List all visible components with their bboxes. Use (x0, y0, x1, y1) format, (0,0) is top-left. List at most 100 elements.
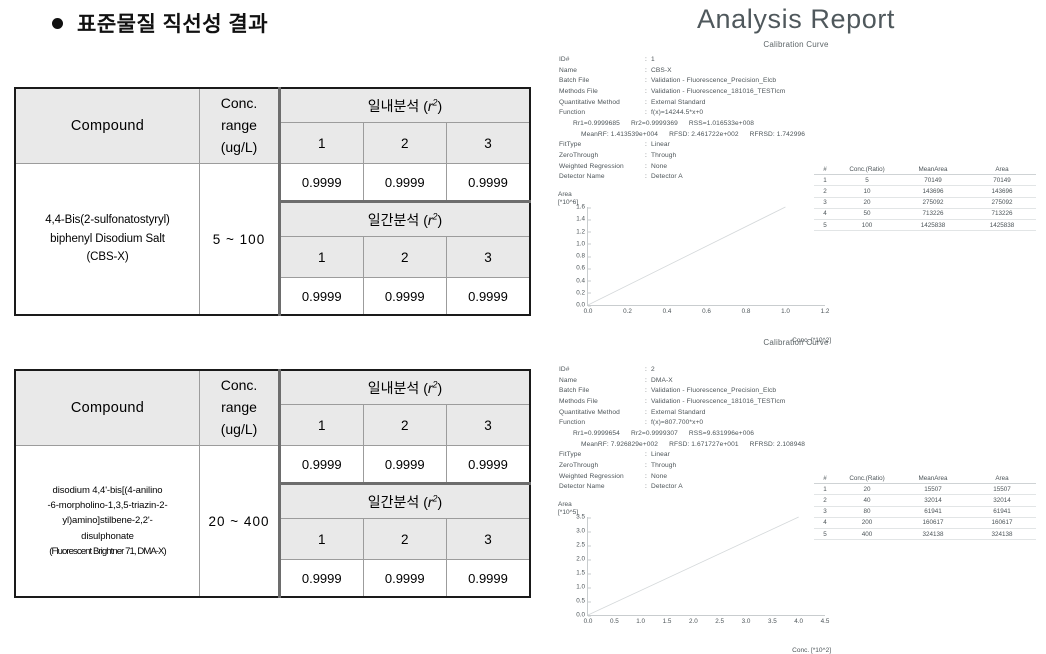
data-cell-meanarea: 143696 (898, 185, 968, 198)
data-table-row: 5 100 1425838 1425838 (814, 219, 1036, 232)
data-col-conc: Conc.(Ratio) (836, 473, 898, 485)
calibration-curve-line (588, 517, 825, 615)
meta-value-function: f(x)=807.700*x+0 (651, 419, 704, 427)
meta-label-detector-name: Detector Name (559, 483, 605, 491)
chart-y-tick: 0.2 (576, 289, 591, 296)
header-intraday-rep-2: 2 (362, 404, 447, 446)
chart-y-tick: 3.5 (576, 514, 591, 521)
chart-y-axis-unit: [*10^5] (558, 509, 579, 517)
meta-value-rfrsd: RFRSD: 1.742996 (749, 130, 806, 138)
meta-value-rfsd: RFSD: 2.461722e+002 (669, 130, 739, 138)
chart-x-tick: 2.5 (715, 618, 725, 626)
data-col-meanarea: MeanArea (898, 164, 968, 176)
header-compound: Compound (14, 369, 200, 446)
calibration-chart: Area [*10^5] 0.0 0.5 1.0 1.5 2.0 2.5 3.0 3.5 0.0… (558, 501, 833, 654)
data-table-row: 1 5 70149 70149 (814, 174, 1036, 187)
data-cell-meanarea: 61941 (898, 506, 968, 518)
data-cell-index: 3 (814, 197, 836, 209)
compound-name-line1: disodium 4,4'-bis[(4-anilino (52, 484, 163, 496)
header-conc-line2: range (221, 399, 257, 416)
meta-value-meanrf: MeanRF: 7.926829e+002 (581, 440, 659, 448)
meta-value-name: DMA-X (651, 376, 673, 384)
compound-name-line2: biphenyl Disodium Salt (50, 232, 165, 245)
meta-label-quant-method: Quantitative Method (559, 408, 620, 416)
meta-value-id: 2 (651, 366, 655, 373)
table-header-row: Compound Conc. range (ug/L) 일내분석 (r2) (14, 87, 531, 164)
chart-y-tick: 1.4 (576, 216, 591, 223)
data-cell-meanarea: 1425838 (898, 219, 968, 232)
chart-y-tick: 2.5 (576, 542, 591, 549)
chart-plot-area: 0.0 0.5 1.0 1.5 2.0 2.5 3.0 3.5 0.0 0.5 1.0 1.5 2.0 2… (576, 514, 829, 626)
chart-y-axis-label: Area (558, 191, 572, 199)
meta-label-fittype: FitType (559, 451, 582, 459)
meta-value-rr2: Rr2=0.9999307 (630, 430, 678, 438)
page-title: 표준물질 직선성 결과 (52, 8, 268, 38)
header-conc-line1: Conc. (220, 377, 258, 394)
meta-row-id: ID#:1 (559, 55, 1046, 66)
header-interday-rep-1: 1 (278, 236, 364, 278)
header-interday-rep-2: 2 (362, 518, 447, 560)
analysis-report-cbs-x: Analysis Report Calibration Curve ID#:1 … (546, 4, 1046, 344)
chart-x-tick: 0.8 (741, 308, 751, 316)
calibration-chart: Area [*10^6] 0.0 0.2 0.4 0.6 0.8 1.0 1.2 1.4 1.6… (558, 191, 833, 344)
table-row: disodium 4,4'-bis[(4-anilino -6-morpholi… (14, 445, 531, 598)
meta-row-batch-file: Batch File: Validation - Fluorescence_Pre… (559, 386, 1046, 397)
data-cell-index: 4 (814, 208, 836, 220)
analysis-report-dma-x: Calibration Curve ID#:2 Name: DMA-X Batch… (546, 338, 1046, 654)
chart-y-axis-label: Area (558, 501, 572, 509)
meta-label-function: Function (559, 419, 586, 427)
meta-row-id: ID#:2 (559, 365, 1046, 376)
data-cell-meanarea: 713226 (898, 208, 968, 220)
data-table-row: 1 20 15507 15507 (814, 483, 1036, 496)
meta-row-rf-stats: MeanRF: 1.413539e+004 RFSD: 2.461722e+002… (559, 130, 1046, 141)
header-interday-rep-2: 2 (362, 236, 447, 278)
data-table-header-row: # Conc.(Ratio) MeanArea Area (814, 473, 1036, 485)
meta-label-fittype: FitType (559, 141, 582, 149)
header-conc-range: Conc. range (ug/L) (199, 87, 280, 164)
meta-value-meanrf: MeanRF: 1.413539e+004 (581, 130, 659, 138)
chart-y-tick: 0.8 (576, 253, 591, 260)
data-cell-conc: 200 (836, 517, 898, 529)
data-table-row: 2 10 143696 143696 (814, 185, 1036, 198)
data-cell-index: 1 (814, 174, 836, 187)
header-conc-line1: Conc. (220, 95, 258, 112)
data-cell-area: 713226 (968, 208, 1036, 220)
meta-value-zerothrough: Through (651, 462, 677, 470)
data-cell-index: 1 (814, 483, 836, 496)
header-conc-line2: range (221, 117, 257, 134)
chart-y-axis-title: Area [*10^6] (558, 191, 578, 207)
chart-x-tick: 0.2 (623, 308, 632, 316)
data-cell-area: 32014 (968, 494, 1036, 507)
intraday-value-3: 0.9999 (446, 445, 531, 484)
chart-y-tick: 1.0 (576, 240, 591, 247)
meta-value-rss: RSS=9.631996e+006 (688, 430, 755, 438)
meta-row-methods-file: Methods File: Validation - Fluorescence_1… (559, 87, 1046, 98)
chart-y-tick: 1.5 (576, 570, 591, 577)
chart-x-tick: 0.6 (702, 308, 711, 316)
meta-value-methods-file: Validation - Fluorescence_181016_TESTlcm (651, 398, 786, 406)
data-cell-area: 1425838 (968, 219, 1036, 232)
meta-row-quant-method: Quantitative Method: External Standard (559, 408, 1046, 419)
header-interday-rep-1: 1 (278, 518, 364, 560)
chart-x-tick: 3.5 (767, 618, 777, 626)
data-cell-meanarea: 275092 (898, 197, 968, 209)
report-title: Analysis Report (696, 4, 896, 34)
meta-value-rss: RSS=1.016533e+008 (688, 120, 755, 128)
data-cell-meanarea: 15507 (898, 483, 968, 496)
interday-value-2: 0.9999 (362, 277, 447, 316)
meta-label-function: Function (559, 109, 586, 117)
chart-y-axis-title: Area [*10^5] (558, 501, 578, 517)
page-title-text: 표준물질 직선성 결과 (77, 13, 269, 36)
meta-row-regression-stats: Rr1=0.9999685 Rr2=0.9999369 RSS=1.016533e+… (559, 119, 1046, 130)
filled-circle-bullet-icon (52, 17, 63, 29)
linearity-table-dma-x: Compound Conc. range (ug/L) 일내분석 (r2) 1 … (14, 369, 531, 598)
report-subtitle: Calibration Curve (763, 338, 829, 347)
chart-y-tick: 0.5 (576, 598, 591, 605)
chart-y-tick: 1.2 (576, 228, 591, 235)
data-cell-index: 5 (814, 528, 836, 541)
compound-name-line2: -6-morpholino-1,3,5-triazin-2- (47, 499, 168, 511)
meta-label-methods-file: Methods File (559, 88, 598, 96)
chart-x-tick: 0.0 (583, 308, 593, 316)
compound-name-line1: 4,4-Bis(2-sulfonatostyryl) (45, 213, 170, 226)
meta-row-batch-file: Batch File: Validation - Fluorescence_Pre… (559, 76, 1046, 87)
